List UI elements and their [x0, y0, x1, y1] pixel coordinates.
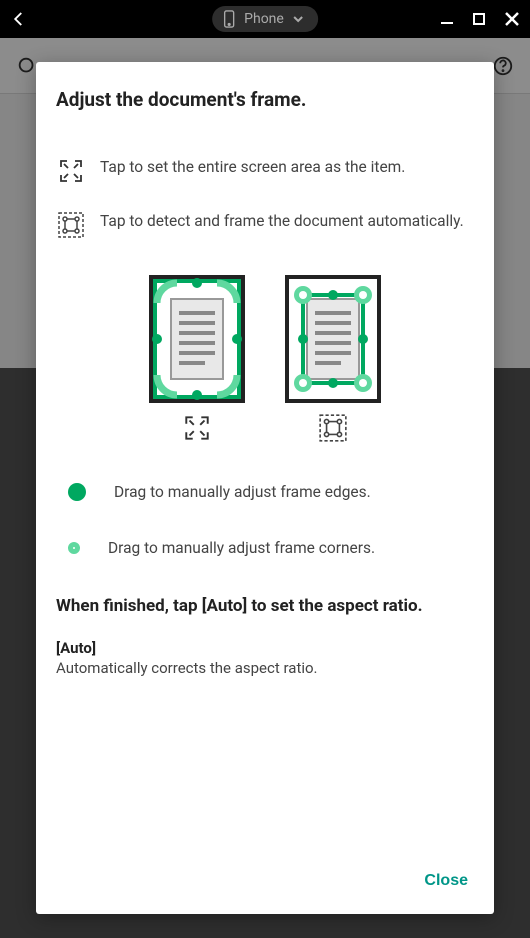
chevron-down-icon [292, 15, 304, 23]
minimize-icon[interactable] [440, 12, 454, 26]
instruction-autodetect: Tap to detect and frame the document aut… [56, 211, 474, 239]
instruction-fullscreen-text: Tap to set the entire screen area as the… [100, 157, 405, 179]
autodetect-icon [57, 211, 85, 239]
device-selector[interactable]: Phone [212, 6, 318, 32]
maximize-icon[interactable] [472, 12, 486, 26]
modal-title: Adjust the document's frame. [56, 88, 474, 111]
phone-icon [222, 10, 236, 28]
auto-description: Automatically corrects the aspect ratio. [56, 659, 474, 677]
edge-handle-icon [68, 483, 86, 501]
illustration-fullscreen [149, 275, 245, 443]
legend-corners-text: Drag to manually adjust frame corners. [108, 539, 375, 557]
help-modal: Adjust the document's frame. Tap to set … [36, 62, 494, 914]
autodetect-small-icon [318, 413, 348, 443]
legend-edges-text: Drag to manually adjust frame edges. [114, 483, 371, 501]
expand-small-icon [182, 413, 212, 443]
expand-icon [57, 157, 85, 185]
modal-footer: Close [56, 854, 474, 898]
finish-heading: When finished, tap [Auto] to set the asp… [56, 595, 474, 619]
auto-label: [Auto] [56, 639, 474, 657]
close-button[interactable]: Close [418, 864, 474, 898]
legend-corners: Drag to manually adjust frame corners. [56, 539, 474, 557]
close-window-icon[interactable] [504, 11, 520, 27]
illustration-autodetect [285, 275, 381, 443]
illustrations [56, 275, 474, 443]
back-icon[interactable] [10, 10, 28, 28]
instruction-autodetect-text: Tap to detect and frame the document aut… [100, 211, 464, 233]
legend-edges: Drag to manually adjust frame edges. [56, 483, 474, 501]
emulator-titlebar: Phone [0, 0, 530, 38]
device-label: Phone [244, 11, 284, 27]
instruction-fullscreen: Tap to set the entire screen area as the… [56, 157, 474, 185]
corner-handle-icon [68, 542, 80, 554]
